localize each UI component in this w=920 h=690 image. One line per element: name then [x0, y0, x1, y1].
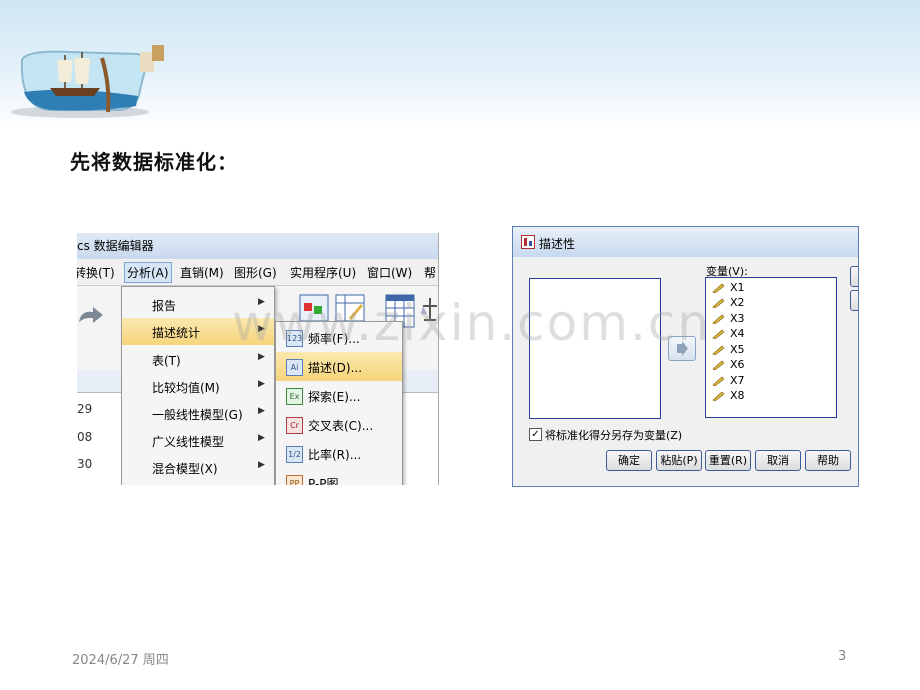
paste-button[interactable]: 粘贴(P): [656, 450, 702, 471]
variable-name: X5: [730, 343, 745, 356]
menu-help[interactable]: 帮: [424, 264, 436, 281]
menu-item-mixed-models[interactable]: 混合模型(X) ▶: [122, 454, 274, 481]
spss-editor-screenshot: cs 数据编辑器 转换(T) 分析(A) 直销(M) 图形(G) 实用程序(U)…: [77, 233, 439, 485]
variable-name: X3: [730, 312, 745, 325]
ruler-icon: [712, 314, 724, 324]
menu-graphs[interactable]: 图形(G): [234, 264, 277, 281]
help-button[interactable]: 帮助: [805, 450, 851, 471]
row-number: 08: [77, 430, 93, 444]
ruler-icon: [712, 345, 724, 355]
menu-item-label: 一般线性模型(G): [152, 408, 243, 422]
submenu-arrow-icon: ▶: [258, 352, 265, 362]
ruler-icon: [712, 360, 724, 370]
reset-button[interactable]: 重置(R): [705, 450, 751, 471]
menu-item-compare-means[interactable]: 比较均值(M) ▶: [122, 373, 274, 400]
footer-date: 2024/6/27 周四: [72, 653, 169, 668]
ok-button[interactable]: 确定: [606, 450, 652, 471]
watermark: www.zixin.com.cn: [232, 294, 712, 352]
window-title: cs 数据编辑器: [77, 239, 154, 253]
menubar: 转换(T) 分析(A) 直销(M) 图形(G) 实用程序(U) 窗口(W) 帮: [77, 259, 438, 286]
cancel-button[interactable]: 取消: [755, 450, 801, 471]
dialog-body: 变量(V): X1 X2 X3 X4 X5 X6 X7 X8 ✓ 将标准化得分另…: [513, 257, 858, 486]
menu-item-explore[interactable]: Ex 探索(E)...: [276, 381, 402, 410]
window-titlebar: cs 数据编辑器: [77, 233, 438, 259]
descriptives-icon: Ai: [286, 359, 303, 376]
submenu-arrow-icon: ▶: [258, 433, 265, 443]
slide-title: 先将数据标准化：: [70, 150, 238, 174]
side-button-style[interactable]: [850, 290, 858, 311]
save-standardized-label: 将标准化得分另存为变量(Z): [545, 429, 683, 442]
explore-icon: Ex: [286, 388, 303, 405]
variable-name: X1: [730, 281, 745, 294]
ruler-icon: [712, 391, 724, 401]
side-button-options[interactable]: [850, 266, 858, 287]
variable-name: X8: [730, 389, 745, 402]
menu-item-label: 描述(D)...: [308, 361, 363, 375]
descriptives-dialog-screenshot: 描述性 变量(V): X1 X2 X3 X4 X5 X6 X7 X8 ✓ 将标准…: [512, 226, 859, 487]
redo-icon[interactable]: [77, 304, 105, 328]
row-number: 30: [77, 457, 93, 471]
menu-item-generalized-linear-model[interactable]: 广义线性模型 ▶: [122, 427, 274, 454]
menu-item-general-linear-model[interactable]: 一般线性模型(G) ▶: [122, 400, 274, 427]
menu-item-label: 混合模型(X): [152, 462, 218, 476]
variable-name: X2: [730, 296, 745, 309]
ruler-icon: [712, 376, 724, 386]
target-variable-list[interactable]: X1 X2 X3 X4 X5 X6 X7 X8: [705, 277, 837, 418]
ruler-icon: [712, 283, 724, 293]
menu-item-ratio[interactable]: 1/2 比率(R)...: [276, 439, 402, 468]
menu-item-crosstabs[interactable]: Cr 交叉表(C)...: [276, 410, 402, 439]
submenu-arrow-icon: ▶: [258, 379, 265, 389]
variable-name: X6: [730, 358, 745, 371]
menu-utilities[interactable]: 实用程序(U): [290, 264, 356, 281]
dialog-title: 描述性: [539, 237, 576, 251]
menu-item-label: 表(T): [152, 354, 181, 368]
submenu-arrow-icon: ▶: [258, 460, 265, 470]
row-number: 09: [77, 483, 117, 485]
dialog-titlebar: 描述性: [513, 227, 858, 257]
menu-item-label: P-P图...: [308, 477, 350, 485]
ruler-icon: [712, 298, 724, 308]
variable-name: X7: [730, 374, 745, 387]
submenu-arrow-icon: ▶: [258, 406, 265, 416]
crosstabs-icon: Cr: [286, 417, 303, 434]
menu-item-descriptives[interactable]: Ai 描述(D)...: [276, 352, 402, 381]
menu-item-label: 描述统计: [152, 326, 201, 340]
ratio-icon: 1/2: [286, 446, 303, 463]
page-number: 3: [838, 649, 847, 664]
menu-item-label: 交叉表(C)...: [308, 419, 374, 433]
menu-item-label: 探索(E)...: [308, 390, 361, 404]
menu-direct-marketing[interactable]: 直销(M): [180, 264, 224, 281]
menu-analyze[interactable]: 分析(A): [124, 262, 172, 283]
row-number: 29: [77, 402, 93, 416]
menu-item-label: 比率(R)...: [308, 448, 362, 462]
menu-item-label: 广义线性模型: [152, 435, 225, 449]
grid-column-divider: [401, 370, 438, 485]
variable-name: X4: [730, 327, 745, 340]
menu-item-pp-plot[interactable]: PP P-P图...: [276, 468, 402, 485]
save-standardized-checkbox[interactable]: ✓: [529, 428, 542, 441]
ship-in-bottle-logo: [10, 45, 164, 118]
pp-plot-icon: PP: [286, 475, 303, 485]
descriptives-dialog-icon: [521, 235, 535, 249]
menu-item-label: 报告: [152, 299, 177, 313]
menu-item-label: 比较均值(M): [152, 381, 220, 395]
ruler-icon: [712, 329, 724, 339]
menu-window[interactable]: 窗口(W): [367, 264, 412, 281]
menu-transform[interactable]: 转换(T): [77, 264, 115, 281]
